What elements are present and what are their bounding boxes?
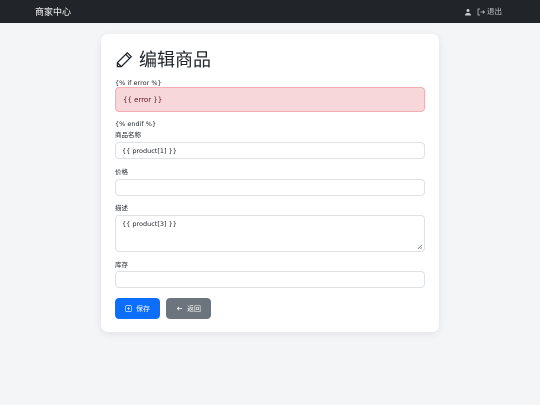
brand-link[interactable]: 商家中心 <box>35 5 71 18</box>
template-endif: {% endif %} <box>115 120 157 128</box>
stock-input[interactable] <box>115 271 425 288</box>
price-label: 价格 <box>115 168 128 176</box>
edit-product-card: 编辑商品 {% if error %} {{ error }} {% endif… <box>101 34 439 332</box>
page-title: 编辑商品 <box>115 46 211 72</box>
navbar-right: 退出 <box>464 6 502 17</box>
save-button[interactable]: 保存 <box>115 298 160 319</box>
back-button[interactable]: 返回 <box>166 298 211 319</box>
page-title-text: 编辑商品 <box>139 50 211 71</box>
description-value: {{ product[3] }} <box>122 220 177 228</box>
error-text: {{ error }} <box>123 96 163 104</box>
user-icon[interactable] <box>464 8 472 16</box>
template-if-error: {% if error %} <box>115 79 162 87</box>
logout-label: 退出 <box>487 7 502 16</box>
error-alert: {{ error }} <box>115 87 425 112</box>
stock-label: 库存 <box>115 261 128 269</box>
logout-link[interactable]: 退出 <box>477 6 502 17</box>
arrow-left-icon <box>176 306 183 311</box>
logout-icon <box>477 8 485 16</box>
product-name-value: {{ product[1] }} <box>122 147 177 155</box>
save-icon <box>125 305 132 312</box>
description-label: 描述 <box>115 204 128 212</box>
pencil-icon <box>116 51 132 67</box>
product-name-label: 商品名称 <box>115 131 141 139</box>
price-input[interactable] <box>115 179 425 196</box>
back-label: 返回 <box>187 304 201 313</box>
save-label: 保存 <box>136 304 150 313</box>
navbar: 商家中心 退出 <box>0 0 540 23</box>
product-name-input[interactable]: {{ product[1] }} <box>115 142 425 159</box>
description-textarea[interactable]: {{ product[3] }} <box>115 215 425 252</box>
resize-grip-icon[interactable] <box>417 244 422 249</box>
